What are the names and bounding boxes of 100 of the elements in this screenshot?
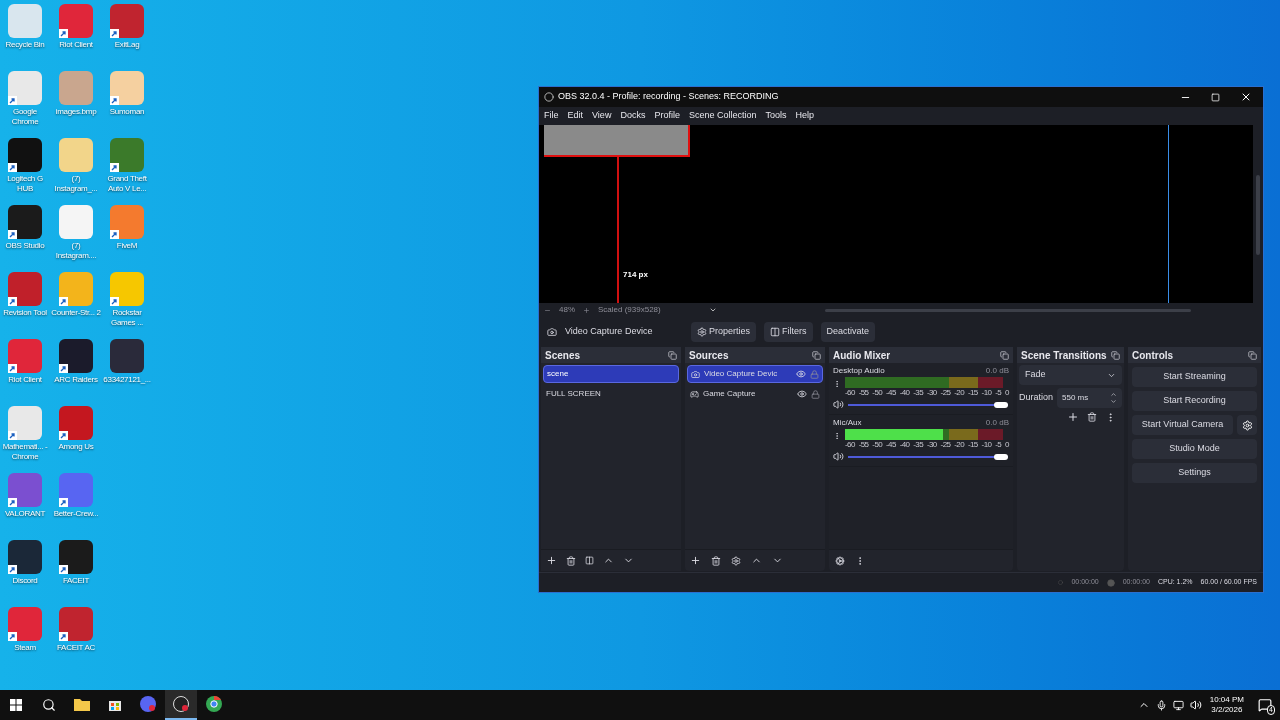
gamepad-icon bbox=[690, 389, 699, 399]
scene-item[interactable]: FULL SCREEN bbox=[543, 385, 679, 403]
gear-icon bbox=[697, 327, 707, 337]
delete-icon[interactable] bbox=[711, 555, 721, 566]
taskbar-app[interactable] bbox=[165, 690, 197, 720]
menu-item[interactable]: File bbox=[544, 109, 559, 123]
search-icon[interactable] bbox=[42, 698, 56, 712]
float-dock-icon[interactable] bbox=[1248, 350, 1257, 360]
control-button[interactable]: Start Streaming bbox=[1132, 367, 1257, 387]
zoom-in-icon[interactable] bbox=[583, 306, 590, 314]
speaker-icon[interactable] bbox=[1189, 699, 1202, 711]
meter-scale-label: -20 bbox=[954, 388, 964, 397]
menu-item[interactable]: Profile bbox=[654, 109, 680, 123]
meter-scale-label: -55 bbox=[858, 388, 869, 397]
lock-icon[interactable] bbox=[811, 389, 820, 399]
icon-label: (7) Instagram.... bbox=[54, 241, 98, 261]
app-icon[interactable] bbox=[59, 339, 93, 373]
float-dock-icon[interactable] bbox=[812, 350, 821, 360]
settings-button[interactable] bbox=[1237, 415, 1257, 435]
filter-icon[interactable] bbox=[585, 556, 594, 565]
menu-item[interactable]: Help bbox=[795, 109, 814, 123]
settings-icon[interactable] bbox=[731, 555, 741, 566]
app-icon[interactable] bbox=[8, 272, 42, 306]
menu-item[interactable]: Tools bbox=[765, 109, 787, 123]
delete-icon[interactable] bbox=[1087, 412, 1097, 422]
dock-title: Audio Mixer bbox=[833, 348, 891, 363]
more-icon[interactable] bbox=[833, 378, 841, 390]
duration-field[interactable]: 550 ms bbox=[1057, 388, 1122, 408]
meter-scale-label: -60 bbox=[845, 388, 855, 397]
scene-item[interactable]: scene bbox=[543, 365, 679, 383]
icon-label: Google Chrome bbox=[10, 107, 40, 127]
add-icon[interactable] bbox=[690, 555, 701, 566]
close-icon[interactable] bbox=[1240, 91, 1252, 103]
shortcut-arrow-icon bbox=[110, 163, 119, 172]
increment-icon[interactable] bbox=[1110, 391, 1117, 398]
preview-canvas[interactable]: 714 px bbox=[539, 125, 1253, 303]
filter-icon bbox=[770, 327, 781, 337]
decrement-icon[interactable] bbox=[1110, 398, 1117, 405]
eye-icon[interactable] bbox=[797, 389, 807, 399]
shortcut-arrow-icon bbox=[110, 96, 119, 105]
folder-icon bbox=[74, 697, 90, 711]
dock-title: Sources bbox=[689, 348, 729, 363]
shortcut-arrow-icon bbox=[110, 29, 119, 38]
meter-scale-label: -40 bbox=[899, 440, 910, 449]
transition-dropdown[interactable]: Fade bbox=[1019, 365, 1122, 385]
app-icon[interactable] bbox=[59, 406, 93, 440]
clock[interactable]: 10:04 PM 3/2/2026 bbox=[1209, 695, 1244, 715]
app-icon[interactable] bbox=[8, 138, 42, 172]
delete-icon[interactable] bbox=[566, 555, 576, 566]
float-dock-icon[interactable] bbox=[1111, 350, 1120, 360]
control-button[interactable]: Start Virtual Camera bbox=[1132, 415, 1233, 435]
meter-scale-label: -10 bbox=[981, 388, 992, 397]
source-item[interactable]: Video Capture Devic bbox=[687, 365, 823, 383]
add-icon[interactable] bbox=[546, 555, 557, 566]
volume-slider[interactable] bbox=[848, 401, 1008, 408]
app-icon[interactable] bbox=[8, 540, 42, 574]
source-toolbar-button[interactable]: Properties bbox=[691, 322, 757, 342]
network-icon[interactable] bbox=[1172, 699, 1184, 711]
microphone-icon[interactable] bbox=[1155, 699, 1167, 711]
add-icon[interactable] bbox=[1067, 411, 1079, 423]
meter-scale-label: -5 bbox=[995, 440, 1002, 449]
volume-slider[interactable] bbox=[848, 453, 1008, 460]
stream-status-icon bbox=[1058, 580, 1064, 585]
channel-reading: 0.0 dB bbox=[985, 365, 1009, 377]
shortcut-arrow-icon bbox=[110, 230, 119, 239]
app-icon[interactable] bbox=[8, 205, 42, 239]
float-dock-icon[interactable] bbox=[1000, 350, 1009, 360]
icon-label: Discord bbox=[11, 576, 39, 586]
app-circle-icon bbox=[173, 696, 189, 712]
control-button[interactable]: Settings bbox=[1132, 463, 1257, 483]
caret-icon[interactable] bbox=[708, 306, 717, 314]
eye-icon[interactable] bbox=[796, 369, 806, 379]
windows-logo-icon[interactable] bbox=[10, 699, 22, 711]
shortcut-arrow-icon bbox=[59, 632, 68, 641]
icon-label: Counter-Str... 2 bbox=[51, 308, 101, 318]
horizontal-scrollbar[interactable] bbox=[824, 308, 1191, 312]
settings-icon[interactable] bbox=[835, 555, 845, 566]
scale-label: Scaled (939x528) bbox=[598, 304, 661, 316]
app-logo-icon bbox=[544, 92, 554, 102]
volume-icon[interactable] bbox=[833, 451, 844, 462]
maximize-icon[interactable] bbox=[1211, 92, 1220, 102]
control-button[interactable]: Start Recording bbox=[1132, 391, 1257, 411]
volume-icon[interactable] bbox=[833, 399, 844, 410]
channel-reading: 0.0 dB bbox=[985, 417, 1009, 429]
meter-scale-label: -15 bbox=[967, 388, 978, 397]
menu-item[interactable]: Docks bbox=[620, 109, 646, 123]
meter-scale-label: -30 bbox=[926, 440, 937, 449]
more-icon[interactable] bbox=[833, 430, 841, 442]
menu-item[interactable]: View bbox=[592, 109, 612, 123]
source-item[interactable]: Game Capture bbox=[687, 385, 823, 403]
menu-item[interactable]: Edit bbox=[567, 109, 584, 123]
source-toolbar-button[interactable]: Deactivate bbox=[820, 322, 876, 342]
control-button[interactable]: Studio Mode bbox=[1132, 439, 1257, 459]
source-toolbar-button[interactable]: Filters bbox=[764, 322, 813, 342]
app-circle-icon bbox=[140, 696, 156, 712]
menu-item[interactable]: Scene Collection bbox=[688, 109, 757, 123]
float-dock-icon[interactable] bbox=[668, 350, 677, 360]
icon-label: 633427121_... bbox=[102, 375, 152, 385]
shortcut-arrow-icon bbox=[59, 565, 68, 574]
app-icon[interactable] bbox=[59, 540, 93, 574]
